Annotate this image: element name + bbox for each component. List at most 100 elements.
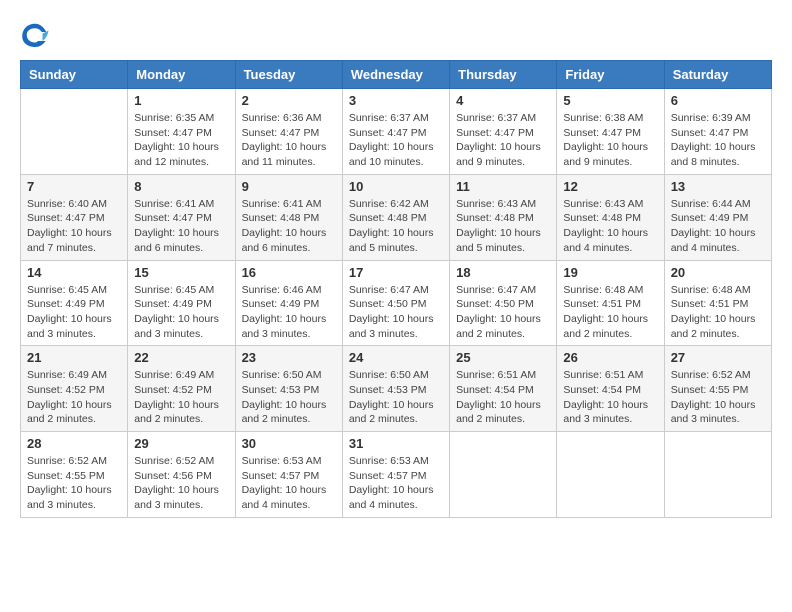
- day-info: Sunrise: 6:49 AMSunset: 4:52 PMDaylight:…: [134, 368, 228, 427]
- day-info: Sunrise: 6:37 AMSunset: 4:47 PMDaylight:…: [456, 111, 550, 170]
- day-info: Sunrise: 6:37 AMSunset: 4:47 PMDaylight:…: [349, 111, 443, 170]
- day-number: 20: [671, 265, 765, 280]
- day-number: 30: [242, 436, 336, 451]
- calendar-table: SundayMondayTuesdayWednesdayThursdayFrid…: [20, 60, 772, 518]
- calendar-cell: 10 Sunrise: 6:42 AMSunset: 4:48 PMDayligh…: [342, 174, 449, 260]
- day-info: Sunrise: 6:40 AMSunset: 4:47 PMDaylight:…: [27, 197, 121, 256]
- day-info: Sunrise: 6:52 AMSunset: 4:56 PMDaylight:…: [134, 454, 228, 513]
- day-info: Sunrise: 6:53 AMSunset: 4:57 PMDaylight:…: [349, 454, 443, 513]
- day-number: 19: [563, 265, 657, 280]
- day-info: Sunrise: 6:38 AMSunset: 4:47 PMDaylight:…: [563, 111, 657, 170]
- calendar-cell: 31Sunrise: 6:53 AMSunset: 4:57 PMDayligh…: [342, 432, 449, 518]
- day-number: 10: [349, 179, 443, 194]
- calendar-cell: 30 Sunrise: 6:53 AMSunset: 4:57 PMDayligh…: [235, 432, 342, 518]
- calendar-cell: 3 Sunrise: 6:37 AMSunset: 4:47 PMDaylight…: [342, 89, 449, 175]
- day-info: Sunrise: 6:49 AMSunset: 4:52 PMDaylight:…: [27, 368, 121, 427]
- day-number: 7: [27, 179, 121, 194]
- calendar-cell: 11 Sunrise: 6:43 AMSunset: 4:48 PMDayligh…: [450, 174, 557, 260]
- day-info: Sunrise: 6:45 AMSunset: 4:49 PMDaylight:…: [134, 283, 228, 342]
- column-header-tuesday: Tuesday: [235, 61, 342, 89]
- day-number: 22: [134, 350, 228, 365]
- column-header-saturday: Saturday: [664, 61, 771, 89]
- column-header-wednesday: Wednesday: [342, 61, 449, 89]
- day-number: 24: [349, 350, 443, 365]
- day-info: Sunrise: 6:46 AMSunset: 4:49 PMDaylight:…: [242, 283, 336, 342]
- day-info: Sunrise: 6:47 AMSunset: 4:50 PMDaylight:…: [349, 283, 443, 342]
- day-number: 11: [456, 179, 550, 194]
- calendar-week-row: 7 Sunrise: 6:40 AMSunset: 4:47 PMDaylight…: [21, 174, 772, 260]
- day-info: Sunrise: 6:41 AMSunset: 4:48 PMDaylight:…: [242, 197, 336, 256]
- calendar-cell: [557, 432, 664, 518]
- day-number: 28: [27, 436, 121, 451]
- day-info: Sunrise: 6:50 AMSunset: 4:53 PMDaylight:…: [242, 368, 336, 427]
- day-info: Sunrise: 6:52 AMSunset: 4:55 PMDaylight:…: [671, 368, 765, 427]
- day-info: Sunrise: 6:35 AMSunset: 4:47 PMDaylight:…: [134, 111, 228, 170]
- calendar-cell: 20 Sunrise: 6:48 AMSunset: 4:51 PMDayligh…: [664, 260, 771, 346]
- day-number: 27: [671, 350, 765, 365]
- day-number: 6: [671, 93, 765, 108]
- day-number: 25: [456, 350, 550, 365]
- day-info: Sunrise: 6:51 AMSunset: 4:54 PMDaylight:…: [563, 368, 657, 427]
- day-number: 16: [242, 265, 336, 280]
- day-number: 18: [456, 265, 550, 280]
- calendar-cell: 14 Sunrise: 6:45 AMSunset: 4:49 PMDayligh…: [21, 260, 128, 346]
- calendar-cell: 25 Sunrise: 6:51 AMSunset: 4:54 PMDayligh…: [450, 346, 557, 432]
- calendar-cell: 22 Sunrise: 6:49 AMSunset: 4:52 PMDayligh…: [128, 346, 235, 432]
- day-number: 17: [349, 265, 443, 280]
- page-header: [20, 20, 772, 50]
- calendar-cell: 5 Sunrise: 6:38 AMSunset: 4:47 PMDaylight…: [557, 89, 664, 175]
- column-header-monday: Monday: [128, 61, 235, 89]
- day-number: 1: [134, 93, 228, 108]
- day-info: Sunrise: 6:43 AMSunset: 4:48 PMDaylight:…: [456, 197, 550, 256]
- calendar-cell: 9 Sunrise: 6:41 AMSunset: 4:48 PMDaylight…: [235, 174, 342, 260]
- calendar-cell: [21, 89, 128, 175]
- day-number: 14: [27, 265, 121, 280]
- day-info: Sunrise: 6:43 AMSunset: 4:48 PMDaylight:…: [563, 197, 657, 256]
- day-number: 15: [134, 265, 228, 280]
- day-number: 4: [456, 93, 550, 108]
- day-info: Sunrise: 6:45 AMSunset: 4:49 PMDaylight:…: [27, 283, 121, 342]
- calendar-week-row: 28 Sunrise: 6:52 AMSunset: 4:55 PMDayligh…: [21, 432, 772, 518]
- logo-icon: [20, 20, 50, 50]
- calendar-cell: 2 Sunrise: 6:36 AMSunset: 4:47 PMDaylight…: [235, 89, 342, 175]
- calendar-cell: 16 Sunrise: 6:46 AMSunset: 4:49 PMDayligh…: [235, 260, 342, 346]
- calendar-cell: [450, 432, 557, 518]
- day-info: Sunrise: 6:53 AMSunset: 4:57 PMDaylight:…: [242, 454, 336, 513]
- calendar-week-row: 14 Sunrise: 6:45 AMSunset: 4:49 PMDayligh…: [21, 260, 772, 346]
- calendar-week-row: 21 Sunrise: 6:49 AMSunset: 4:52 PMDayligh…: [21, 346, 772, 432]
- day-info: Sunrise: 6:39 AMSunset: 4:47 PMDaylight:…: [671, 111, 765, 170]
- day-info: Sunrise: 6:52 AMSunset: 4:55 PMDaylight:…: [27, 454, 121, 513]
- calendar-cell: 4 Sunrise: 6:37 AMSunset: 4:47 PMDaylight…: [450, 89, 557, 175]
- calendar-cell: 29 Sunrise: 6:52 AMSunset: 4:56 PMDayligh…: [128, 432, 235, 518]
- day-info: Sunrise: 6:50 AMSunset: 4:53 PMDaylight:…: [349, 368, 443, 427]
- calendar-cell: 27 Sunrise: 6:52 AMSunset: 4:55 PMDayligh…: [664, 346, 771, 432]
- day-number: 2: [242, 93, 336, 108]
- day-info: Sunrise: 6:42 AMSunset: 4:48 PMDaylight:…: [349, 197, 443, 256]
- logo: [20, 20, 54, 50]
- calendar-cell: 21 Sunrise: 6:49 AMSunset: 4:52 PMDayligh…: [21, 346, 128, 432]
- day-number: 5: [563, 93, 657, 108]
- calendar-header-row: SundayMondayTuesdayWednesdayThursdayFrid…: [21, 61, 772, 89]
- column-header-friday: Friday: [557, 61, 664, 89]
- day-number: 9: [242, 179, 336, 194]
- calendar-cell: 6 Sunrise: 6:39 AMSunset: 4:47 PMDaylight…: [664, 89, 771, 175]
- day-number: 21: [27, 350, 121, 365]
- calendar-cell: 7 Sunrise: 6:40 AMSunset: 4:47 PMDaylight…: [21, 174, 128, 260]
- day-number: 23: [242, 350, 336, 365]
- calendar-cell: 17 Sunrise: 6:47 AMSunset: 4:50 PMDayligh…: [342, 260, 449, 346]
- day-number: 29: [134, 436, 228, 451]
- calendar-cell: 13 Sunrise: 6:44 AMSunset: 4:49 PMDayligh…: [664, 174, 771, 260]
- calendar-cell: 8Sunrise: 6:41 AMSunset: 4:47 PMDaylight…: [128, 174, 235, 260]
- day-info: Sunrise: 6:51 AMSunset: 4:54 PMDaylight:…: [456, 368, 550, 427]
- day-info: Sunrise: 6:48 AMSunset: 4:51 PMDaylight:…: [671, 283, 765, 342]
- day-info: Sunrise: 6:36 AMSunset: 4:47 PMDaylight:…: [242, 111, 336, 170]
- calendar-cell: 19Sunrise: 6:48 AMSunset: 4:51 PMDayligh…: [557, 260, 664, 346]
- calendar-cell: 24 Sunrise: 6:50 AMSunset: 4:53 PMDayligh…: [342, 346, 449, 432]
- day-info: Sunrise: 6:44 AMSunset: 4:49 PMDaylight:…: [671, 197, 765, 256]
- day-info: Sunrise: 6:41 AMSunset: 4:47 PMDaylight:…: [134, 197, 228, 256]
- day-number: 3: [349, 93, 443, 108]
- calendar-cell: 18 Sunrise: 6:47 AMSunset: 4:50 PMDayligh…: [450, 260, 557, 346]
- day-number: 12: [563, 179, 657, 194]
- day-number: 13: [671, 179, 765, 194]
- day-info: Sunrise: 6:47 AMSunset: 4:50 PMDaylight:…: [456, 283, 550, 342]
